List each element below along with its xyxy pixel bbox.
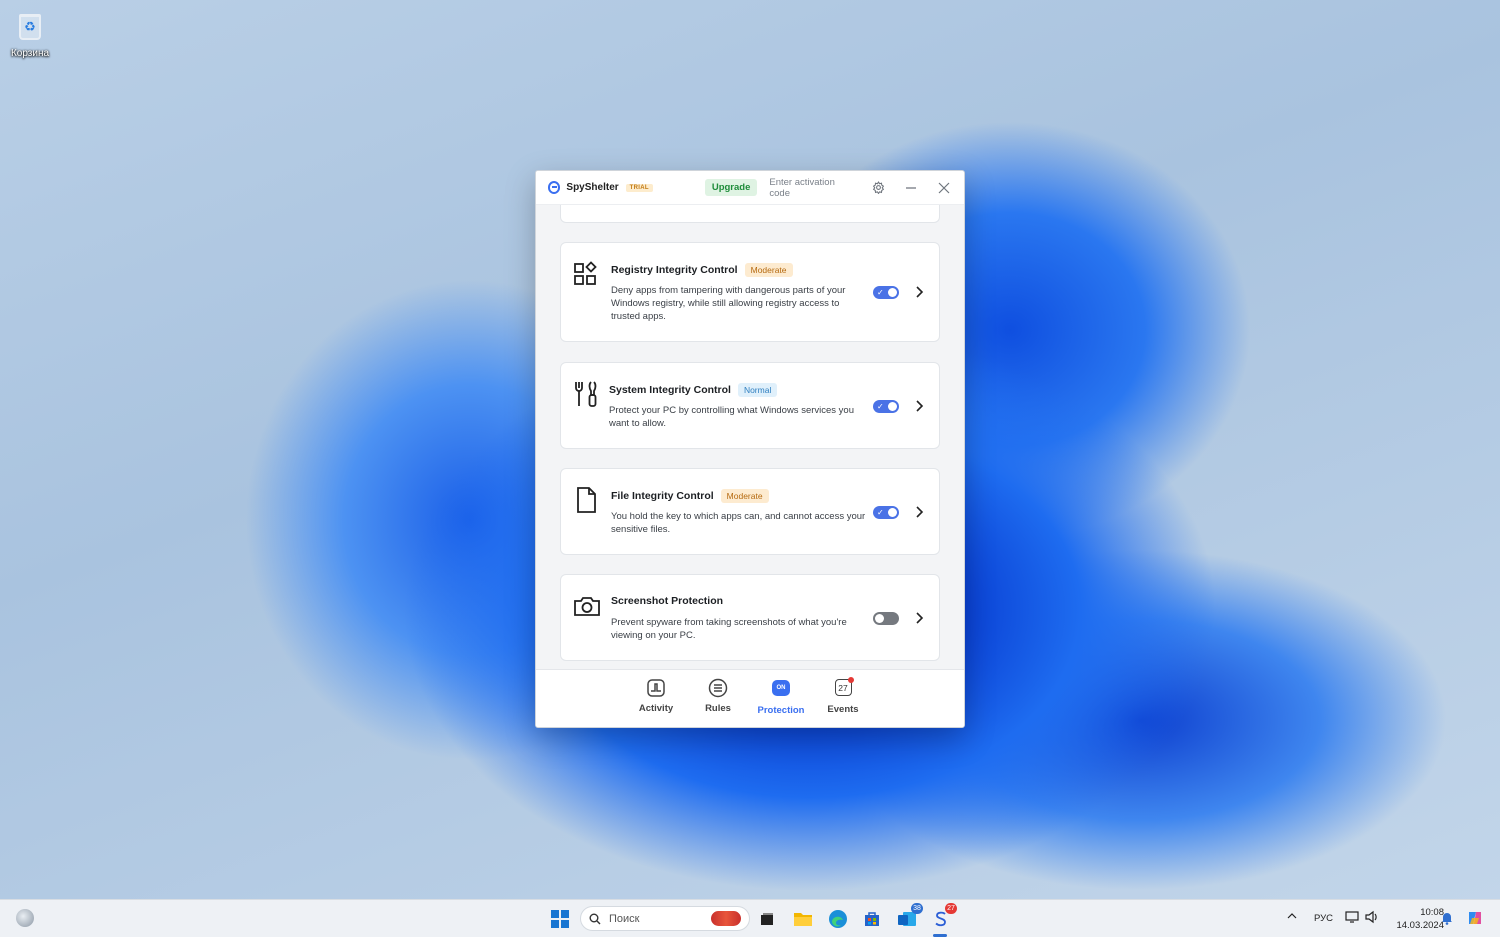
level-badge: Moderate xyxy=(720,489,769,503)
taskbar-search[interactable]: Поиск xyxy=(580,906,750,931)
chevron-right-icon[interactable] xyxy=(913,399,925,413)
search-highlight-image xyxy=(711,911,741,926)
bottom-navigation: Activity Rules ON Protection 27 Events xyxy=(536,669,964,727)
toggle-switch[interactable]: ✓ xyxy=(873,400,899,413)
tab-label: Rules xyxy=(705,703,731,714)
tab-rules[interactable]: Rules xyxy=(688,678,748,714)
card-title: Registry Integrity Control xyxy=(611,264,738,276)
protection-list[interactable]: Registry Integrity Control Moderate Deny… xyxy=(536,205,964,670)
registry-blocks-icon xyxy=(573,261,601,289)
events-icon: 27 xyxy=(833,677,854,699)
card-title: System Integrity Control xyxy=(609,384,731,396)
card-description: Protect your PC by controlling what Wind… xyxy=(609,405,854,429)
gear-icon[interactable] xyxy=(868,177,889,199)
spyshelter-logo-icon xyxy=(548,181,561,194)
protection-on-icon: ON xyxy=(771,680,791,700)
tab-events[interactable]: 27 Events xyxy=(813,677,873,715)
outlook-icon[interactable]: 38 xyxy=(896,903,923,930)
spyshelter-window: SpyShelter TRIAL Upgrade Enter activatio… xyxy=(535,170,965,728)
app-name: SpyShelter xyxy=(566,182,619,193)
chevron-right-icon[interactable] xyxy=(913,505,925,519)
chevron-right-icon[interactable] xyxy=(913,285,925,299)
list-icon xyxy=(708,678,728,698)
card-description: You hold the key to which apps can, and … xyxy=(611,511,866,535)
title-bar[interactable]: SpyShelter TRIAL Upgrade Enter activatio… xyxy=(536,171,964,205)
card-file-integrity[interactable]: File Integrity Control Moderate You hold… xyxy=(560,468,940,555)
notification-dot xyxy=(848,677,854,683)
card-description: Deny apps from tampering with dangerous … xyxy=(611,285,846,322)
widgets-icon[interactable] xyxy=(16,909,34,927)
clock-date[interactable]: 14.03.2024 xyxy=(1382,920,1444,931)
file-icon xyxy=(573,486,601,514)
recycle-bin-icon: ♻ xyxy=(15,8,45,42)
camera-icon xyxy=(573,593,601,621)
windows-start-icon[interactable] xyxy=(551,910,569,928)
taskbar: Поиск 38 27 РУС 10:08 14.03.2024 xyxy=(0,899,1500,937)
card-title: File Integrity Control xyxy=(611,490,714,502)
tab-label: Protection xyxy=(757,705,805,716)
toggle-switch[interactable]: ✓ xyxy=(873,286,899,299)
spyshelter-badge: 27 xyxy=(945,903,957,914)
language-indicator[interactable]: РУС xyxy=(1314,913,1333,924)
card-system-integrity[interactable]: System Integrity Control Normal Protect … xyxy=(560,362,940,449)
clock-time[interactable]: 10:08 xyxy=(1398,907,1444,918)
toggle-switch[interactable] xyxy=(873,612,899,625)
tools-icon xyxy=(573,380,601,408)
level-badge: Normal xyxy=(737,383,778,397)
outlook-badge: 38 xyxy=(911,903,923,914)
notification-bell-icon[interactable] xyxy=(1441,911,1453,928)
search-icon xyxy=(589,913,601,924)
card-title: Screenshot Protection xyxy=(611,595,724,607)
card-registry-integrity[interactable]: Registry Integrity Control Moderate Deny… xyxy=(560,242,940,342)
copilot-icon[interactable] xyxy=(1466,909,1484,930)
tab-label: Activity xyxy=(638,703,674,714)
activation-code-link[interactable]: Enter activation code xyxy=(769,177,852,199)
recycle-bin-shortcut[interactable]: ♻ Корзина xyxy=(6,6,54,59)
network-icon[interactable] xyxy=(1345,910,1359,927)
microsoft-store-icon[interactable] xyxy=(861,908,883,930)
edge-browser-icon[interactable] xyxy=(827,908,849,930)
spyshelter-taskbar-icon[interactable]: 27 xyxy=(930,903,957,930)
trial-badge: TRIAL xyxy=(625,183,653,192)
close-icon[interactable] xyxy=(933,177,954,199)
recycle-bin-label: Корзина xyxy=(10,48,50,59)
minimize-icon[interactable] xyxy=(901,177,922,199)
card-screenshot-protection[interactable]: Screenshot Protection Prevent spyware fr… xyxy=(560,574,940,661)
chevron-right-icon[interactable] xyxy=(913,611,925,625)
tab-activity[interactable]: Activity xyxy=(626,678,686,714)
chevron-up-icon[interactable] xyxy=(1287,911,1297,924)
file-explorer-icon[interactable] xyxy=(792,908,814,930)
upgrade-button[interactable]: Upgrade xyxy=(704,179,758,196)
previous-card-edge xyxy=(560,205,940,223)
tab-protection[interactable]: ON Protection xyxy=(751,678,811,716)
level-badge: Moderate xyxy=(744,263,793,277)
search-placeholder: Поиск xyxy=(609,912,640,925)
volume-icon[interactable] xyxy=(1364,910,1378,927)
tab-label: Events xyxy=(827,704,859,715)
card-description: Prevent spyware from taking screenshots … xyxy=(611,617,847,641)
toggle-switch[interactable]: ✓ xyxy=(873,506,899,519)
task-view-icon[interactable] xyxy=(756,908,778,930)
activity-icon xyxy=(646,678,666,698)
